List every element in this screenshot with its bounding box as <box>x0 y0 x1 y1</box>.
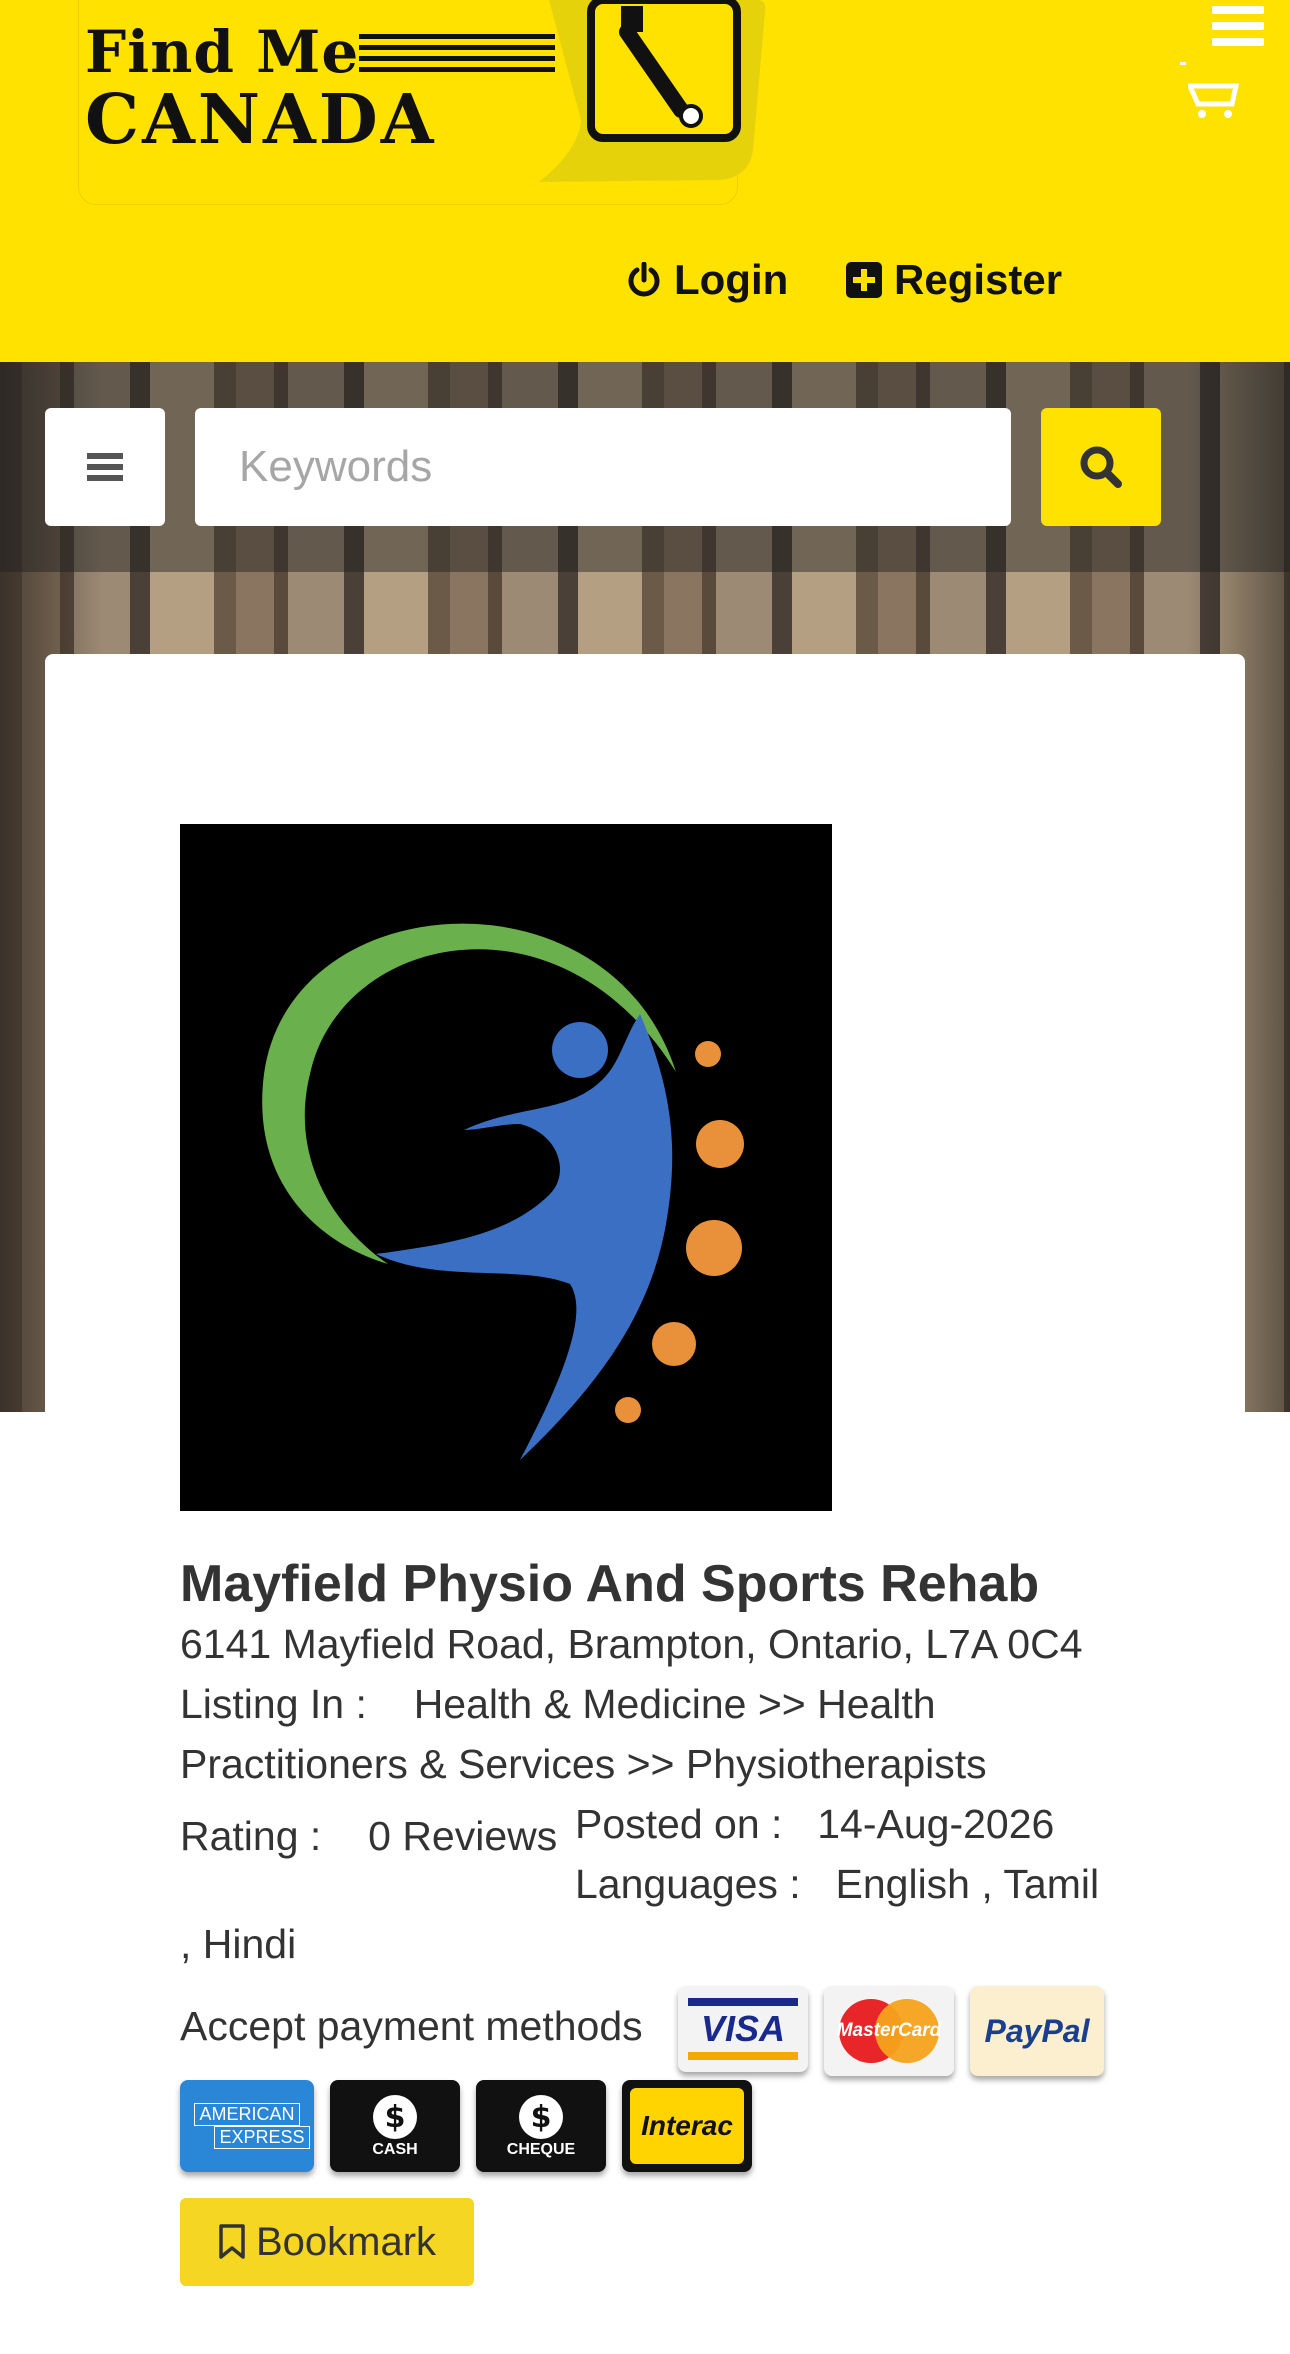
payment-methods-label: Accept payment methods <box>180 2003 643 2049</box>
cheque-icon: $ CHEQUE <box>476 2080 606 2172</box>
hamburger-menu-icon[interactable] <box>1212 6 1264 52</box>
bookmark-icon <box>219 2224 245 2259</box>
amex-label-line2: EXPRESS <box>214 2126 310 2149</box>
svg-text:$: $ <box>385 2100 406 2135</box>
languages-value: English , Tamil <box>835 1861 1100 1907</box>
login-label: Login <box>674 256 789 303</box>
languages-more: , Hindi <box>180 1921 297 1967</box>
listing-category-row: Listing In : Health & Medicine >> Health <box>180 1674 936 1734</box>
mastercard-icon: MasterCard <box>824 1986 954 2076</box>
register-label: Register <box>894 256 1063 303</box>
dollar-icon: $ <box>373 2095 417 2139</box>
search-input[interactable] <box>195 408 1011 526</box>
category-path-line2[interactable]: Practitioners & Services >> Physiotherap… <box>180 1734 987 1794</box>
amex-label-line1: AMERICAN <box>194 2103 300 2126</box>
plus-square-icon <box>846 262 882 298</box>
listing-in-label: Listing In : <box>180 1681 367 1727</box>
category-menu-button[interactable] <box>45 408 165 526</box>
posted-value: 14-Aug-2026 <box>817 1801 1055 1847</box>
business-address: 6141 Mayfield Road, Brampton, Ontario, L… <box>180 1621 1083 1667</box>
cart-indicator <box>1180 62 1186 65</box>
cash-label: CASH <box>372 2141 418 2158</box>
amex-icon: AMERICAN EXPRESS <box>180 2080 314 2172</box>
posted-row: Posted on : 14-Aug-2026 <box>575 1794 1054 1854</box>
site-header: Find Me CANADA Login Register <box>0 0 1290 362</box>
business-logo-image <box>180 824 832 1511</box>
bars-icon <box>87 448 123 486</box>
languages-row: Languages : English , Tamil <box>575 1854 1099 1914</box>
category-path-line1[interactable]: Health & Medicine >> Health <box>414 1681 936 1727</box>
rating-value[interactable]: 0 Reviews <box>368 1813 557 1859</box>
paypal-label: PayPal <box>984 2012 1090 2049</box>
visa-label: VISA <box>700 2008 786 2049</box>
visa-icon: VISA <box>678 1986 808 2072</box>
dollar-icon: $ <box>519 2095 563 2139</box>
register-link[interactable]: Register <box>846 256 1062 304</box>
rating-label: Rating : <box>180 1813 322 1859</box>
logo-badge-icon <box>539 0 766 182</box>
site-logo[interactable]: Find Me CANADA <box>78 0 766 205</box>
interac-icon: Interac <box>622 2080 752 2172</box>
rating-row: Rating : 0 Reviews <box>180 1806 557 1866</box>
svg-text:$: $ <box>531 2100 552 2135</box>
cash-icon: $ CASH <box>330 2080 460 2172</box>
posted-label: Posted on : <box>575 1801 783 1847</box>
bookmark-button[interactable]: Bookmark <box>180 2198 474 2286</box>
cheque-label: CHEQUE <box>506 2141 576 2158</box>
logo-text-canada: CANADA <box>85 80 437 160</box>
mastercard-label: MasterCard <box>836 2020 942 2041</box>
power-icon <box>628 262 660 297</box>
bookmark-label: Bookmark <box>255 2219 437 2264</box>
paypal-icon: PayPal <box>970 1986 1104 2076</box>
interac-label: Interac <box>641 2110 733 2141</box>
search-icon <box>1080 446 1122 488</box>
business-name: Mayfield Physio And Sports Rehab <box>180 1555 1040 1613</box>
search-button[interactable] <box>1041 408 1161 526</box>
cart-icon[interactable] <box>1188 78 1248 120</box>
languages-label: Languages : <box>575 1861 801 1907</box>
logo-text-find-me: Find Me <box>85 18 360 86</box>
login-link[interactable]: Login <box>626 256 788 304</box>
